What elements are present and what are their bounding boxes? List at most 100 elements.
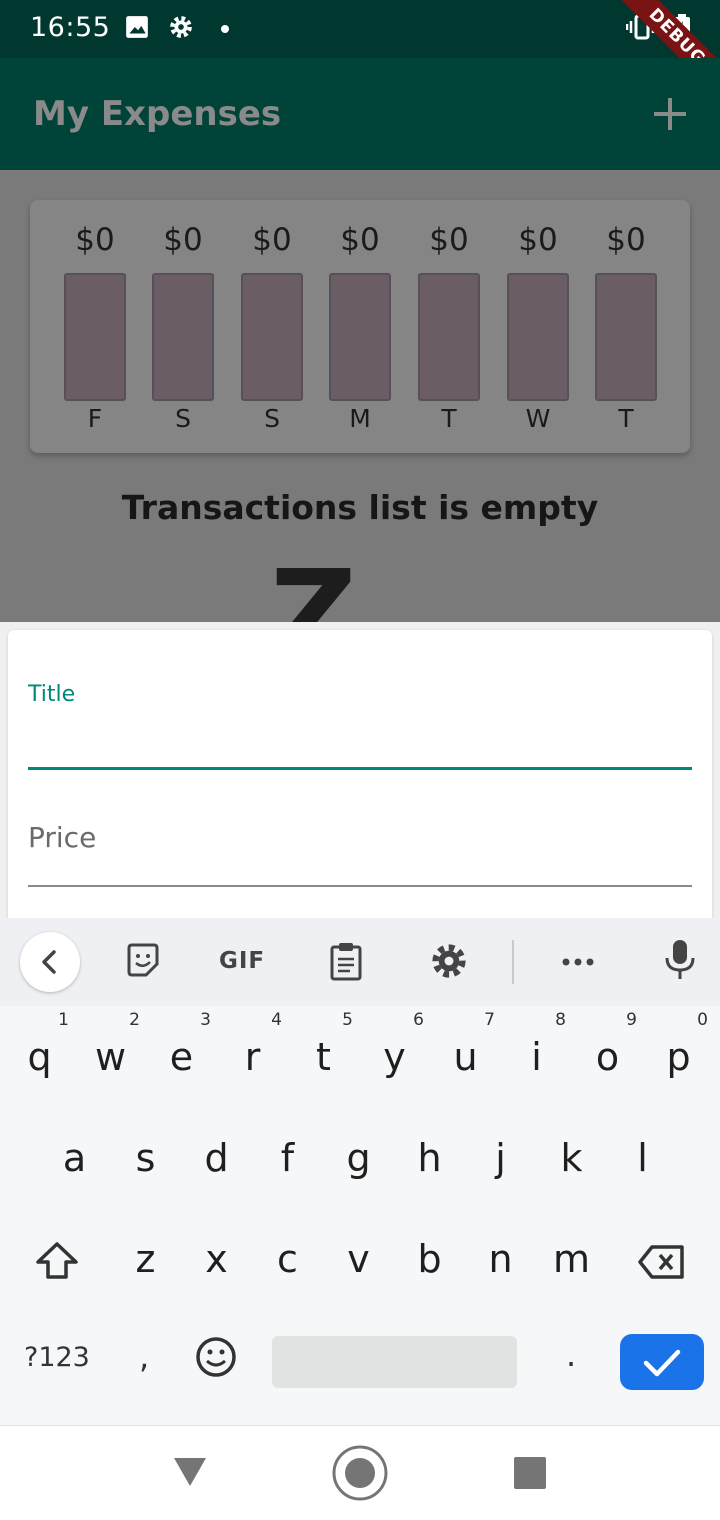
key[interactable]: p0 xyxy=(643,1010,714,1100)
add-transaction-sheet: Title xyxy=(0,622,720,930)
key[interactable]: l xyxy=(607,1115,678,1201)
key[interactable]: u7 xyxy=(430,1010,501,1100)
comma-key[interactable]: , xyxy=(139,1338,149,1376)
title-field-underline xyxy=(28,767,692,770)
key-hint: 9 xyxy=(626,1010,637,1030)
app-bar: My Expenses xyxy=(0,58,720,170)
day-bar xyxy=(241,273,303,401)
status-time: 16:55 xyxy=(30,12,111,43)
dot-icon xyxy=(221,25,229,33)
key[interactable]: x xyxy=(181,1216,252,1302)
key[interactable]: v xyxy=(323,1216,394,1302)
key[interactable]: f xyxy=(252,1115,323,1201)
day-amount: $0 xyxy=(252,222,292,258)
empty-state-image: Z xyxy=(270,556,357,622)
chevron-left-icon xyxy=(42,950,56,974)
day-amount: $0 xyxy=(340,222,380,258)
day-amount: $0 xyxy=(429,222,469,258)
key-hint: 6 xyxy=(413,1010,424,1030)
key[interactable]: y6 xyxy=(359,1010,430,1100)
day-bar xyxy=(418,273,480,401)
key-hint: 0 xyxy=(697,1010,708,1030)
price-field-underline xyxy=(28,885,692,887)
empty-state-text: Transactions list is empty xyxy=(121,488,599,527)
key-letter: u xyxy=(453,1035,478,1079)
image-icon xyxy=(126,16,148,38)
symbols-key[interactable]: ?123 xyxy=(24,1342,90,1373)
toolbar-separator xyxy=(512,940,514,984)
sticker-icon[interactable] xyxy=(124,942,162,980)
key[interactable]: e3 xyxy=(146,1010,217,1100)
key[interactable]: n xyxy=(465,1216,536,1302)
emoji-icon[interactable] xyxy=(195,1336,237,1378)
key[interactable]: q1 xyxy=(4,1010,75,1100)
toolbar-back-button[interactable] xyxy=(20,932,80,992)
key-hint: 3 xyxy=(200,1010,211,1030)
key-hint: 2 xyxy=(129,1010,140,1030)
key[interactable]: i8 xyxy=(501,1010,572,1100)
period-key[interactable]: . xyxy=(566,1336,576,1374)
key-letter: i xyxy=(531,1035,542,1079)
gear-icon[interactable] xyxy=(430,942,468,980)
day-bar xyxy=(595,273,657,401)
status-bar: 16:55 DEBUG xyxy=(0,0,720,107)
key[interactable]: a xyxy=(39,1115,110,1201)
keyboard-toolbar: GIF xyxy=(0,918,720,1006)
day-bar xyxy=(152,273,214,401)
key[interactable]: j xyxy=(465,1115,536,1201)
back-nav-icon[interactable] xyxy=(172,1456,208,1488)
key[interactable]: o9 xyxy=(572,1010,643,1100)
key[interactable]: w2 xyxy=(75,1010,146,1100)
day-label: W xyxy=(525,404,551,433)
gif-button[interactable]: GIF xyxy=(219,948,265,974)
day-label: M xyxy=(349,404,371,433)
app-title: My Expenses xyxy=(33,94,282,134)
clipboard-icon[interactable] xyxy=(328,942,364,982)
key-hint: 8 xyxy=(555,1010,566,1030)
home-nav-icon[interactable] xyxy=(331,1444,389,1502)
key[interactable]: b xyxy=(394,1216,465,1302)
day-amount: $0 xyxy=(163,222,203,258)
key-letter: p xyxy=(666,1035,691,1079)
day-bar xyxy=(329,273,391,401)
key-hint: 5 xyxy=(342,1010,353,1030)
done-key[interactable] xyxy=(620,1334,704,1390)
key[interactable]: k xyxy=(536,1115,607,1201)
plus-icon[interactable] xyxy=(650,94,690,134)
keyboard: GIF ?123 , . q 1 w 2 e 3 r 4 t 5 y 6 u 7… xyxy=(0,918,720,1425)
key-letter: e xyxy=(169,1035,194,1079)
recents-nav-icon[interactable] xyxy=(513,1456,547,1490)
key-letter: r xyxy=(244,1035,261,1079)
day-label: T xyxy=(441,404,457,433)
day-bar xyxy=(64,273,126,401)
key[interactable]: t5 xyxy=(288,1010,359,1100)
key-hint: 4 xyxy=(271,1010,282,1030)
check-icon xyxy=(643,1349,681,1377)
key[interactable]: g xyxy=(323,1115,394,1201)
key[interactable]: h xyxy=(394,1115,465,1201)
title-field[interactable] xyxy=(28,710,692,768)
key[interactable]: m xyxy=(536,1216,607,1302)
shift-icon[interactable] xyxy=(34,1240,80,1282)
day-amount: $0 xyxy=(606,222,646,258)
key-letter: w xyxy=(94,1035,127,1079)
key[interactable]: d xyxy=(181,1115,252,1201)
key[interactable]: r4 xyxy=(217,1010,288,1100)
key-hint: 7 xyxy=(484,1010,495,1030)
day-label: S xyxy=(264,404,280,433)
key[interactable]: c xyxy=(252,1216,323,1302)
key-letter: o xyxy=(595,1035,620,1079)
navigation-bar xyxy=(0,1425,720,1520)
more-icon[interactable] xyxy=(558,942,598,980)
price-field[interactable] xyxy=(28,812,692,862)
key[interactable]: z xyxy=(110,1216,181,1302)
day-label: T xyxy=(618,404,634,433)
key-letter: q xyxy=(27,1035,52,1079)
backspace-icon[interactable] xyxy=(638,1244,686,1280)
day-label: F xyxy=(87,404,103,433)
space-key[interactable] xyxy=(272,1336,517,1388)
day-label: S xyxy=(175,404,191,433)
key[interactable]: s xyxy=(110,1115,181,1201)
day-bar xyxy=(507,273,569,401)
microphone-icon[interactable] xyxy=(662,938,698,982)
